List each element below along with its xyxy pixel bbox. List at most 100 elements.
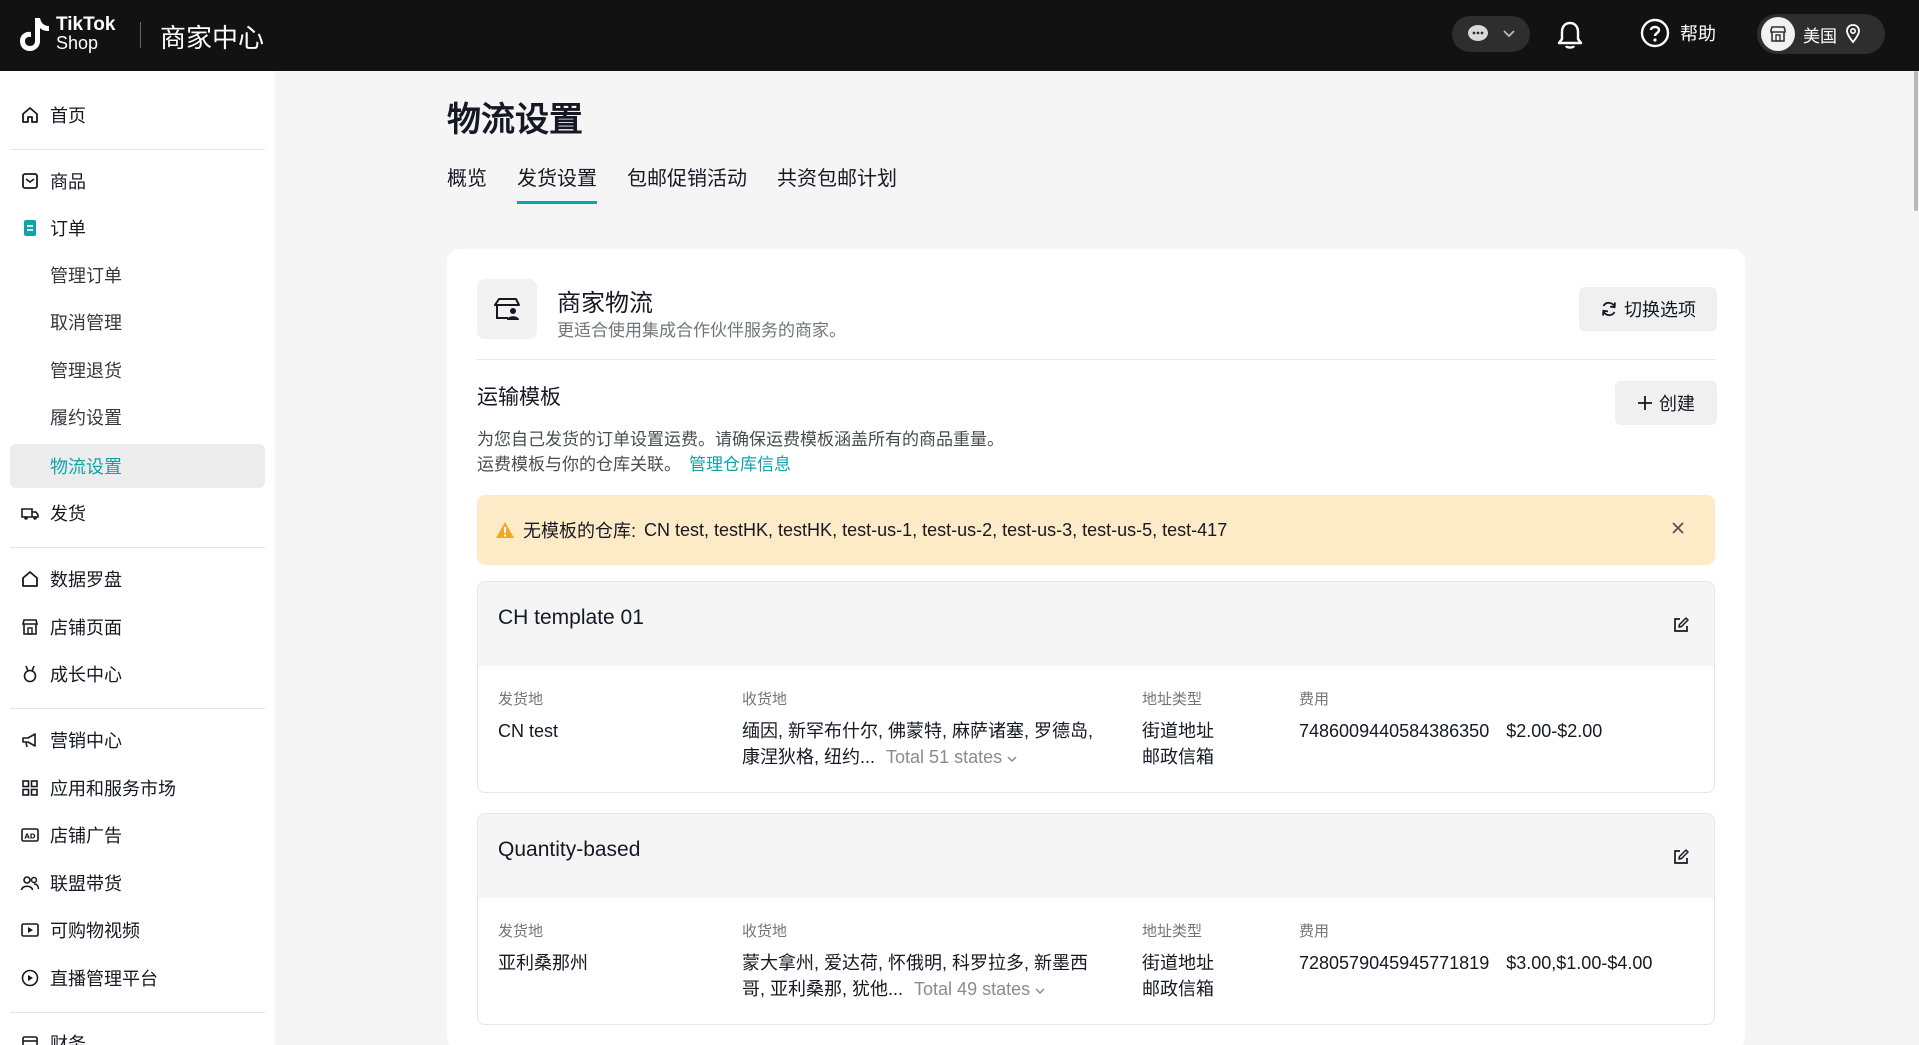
- templates-warehouse-note: 运费模板与你的仓库关联。 管理仓库信息: [477, 450, 791, 475]
- help-button[interactable]: 帮助: [1640, 18, 1716, 48]
- shipping-template-card: CH template 01 发货地 收货地 地址类型 费用 CN test 缅…: [477, 581, 1715, 793]
- home-icon: [22, 107, 38, 123]
- sidebar-item-shipping[interactable]: 发货: [10, 491, 265, 535]
- nav-divider: [10, 547, 265, 548]
- sidebar-item-label: 履约设置: [50, 408, 122, 428]
- sidebar-item-label: 首页: [50, 106, 86, 126]
- sidebar-item-home[interactable]: 首页: [10, 93, 265, 137]
- template-card-body: 发货地 收货地 地址类型 费用 CN test 缅因, 新罕布什尔, 佛蒙特, …: [478, 666, 1714, 792]
- chat-menu-button[interactable]: [1452, 16, 1530, 52]
- switch-option-button[interactable]: 切换选项: [1579, 287, 1717, 331]
- template-name: Quantity-based: [498, 838, 641, 861]
- warning-label: 无模板的仓库:: [523, 521, 637, 541]
- finance-icon: [22, 1036, 38, 1045]
- fee-label: 费用: [1299, 691, 1330, 708]
- sidebar-item-products[interactable]: 商品: [10, 159, 265, 203]
- destination-value: 蒙大拿州, 爱达荷, 怀俄明, 科罗拉多, 新墨西 哥, 亚利桑那, 犹他...…: [742, 950, 1122, 1002]
- template-card-header: CH template 01: [478, 582, 1714, 666]
- logo-text-shop: Shop: [56, 33, 99, 53]
- merchant-logistics-subtitle: 更适合使用集成合作伙伴服务的商家。: [557, 321, 846, 340]
- fee-value: 7486009440584386350 $2.00-$2.00: [1299, 718, 1602, 744]
- refresh-icon: [1602, 301, 1616, 317]
- delivery-person-icon: [494, 298, 520, 320]
- chevron-down-icon: [1035, 988, 1045, 995]
- sidebar-item-manage-orders[interactable]: 管理订单: [10, 253, 265, 297]
- store-region-button[interactable]: 美国: [1757, 14, 1885, 54]
- sidebar-item-store-ads[interactable]: AD 店铺广告: [10, 813, 265, 857]
- page-scrollbar-thumb[interactable]: [1914, 71, 1918, 211]
- page-scrollbar-track[interactable]: [1913, 71, 1919, 1045]
- store-avatar: [1761, 17, 1795, 51]
- destination-total: Total 49 states: [914, 979, 1031, 999]
- merchant-logistics-icon-box: [477, 279, 537, 339]
- destination-total-toggle[interactable]: Total 51 states: [886, 747, 1017, 767]
- sidebar-item-label: 数据罗盘: [50, 570, 122, 590]
- chat-bubble-icon: [1468, 25, 1488, 41]
- sidebar-item-returns[interactable]: 管理退货: [10, 348, 265, 392]
- edit-icon[interactable]: [1672, 848, 1690, 866]
- address-type-po-box: 邮政信箱: [1142, 979, 1214, 999]
- tiktok-shop-logo[interactable]: TikTok Shop: [18, 14, 115, 54]
- app-title: 商家中心: [160, 23, 265, 53]
- tab-overview[interactable]: 概览: [447, 162, 487, 204]
- sidebar-item-logistics-settings[interactable]: 物流设置: [10, 444, 265, 488]
- template-card-body: 发货地 收货地 地址类型 费用 亚利桑那州 蒙大拿州, 爱达荷, 怀俄明, 科罗…: [478, 898, 1714, 1024]
- shipping-icon: [21, 508, 39, 520]
- address-type-value: 街道地址 邮政信箱: [1142, 718, 1214, 770]
- origin-value: 亚利桑那州: [498, 953, 588, 973]
- warning-warehouse-list: CN test, testHK, testHK, test-us-1, test…: [644, 519, 1228, 540]
- template-card-header: Quantity-based: [478, 814, 1714, 898]
- tab-co-funded-free-shipping[interactable]: 共资包邮计划: [777, 162, 897, 204]
- sidebar-item-live-platform[interactable]: 直播管理平台: [10, 956, 265, 1000]
- edit-icon[interactable]: [1672, 616, 1690, 634]
- fee-id: 7486009440584386350: [1299, 721, 1490, 741]
- sidebar-item-label: 物流设置: [50, 457, 122, 477]
- help-circle-icon: [1640, 18, 1670, 48]
- address-type-label: 地址类型: [1142, 923, 1203, 940]
- sidebar-item-shoppable-video[interactable]: 可购物视频: [10, 908, 265, 952]
- template-name: CH template 01: [498, 606, 644, 629]
- compass-icon: [22, 571, 38, 587]
- destination-label: 收货地: [742, 923, 788, 940]
- medal-icon: [23, 665, 37, 683]
- destination-label: 收货地: [742, 691, 788, 708]
- merchant-logistics-title: 商家物流: [557, 290, 653, 317]
- sidebar-item-affiliate[interactable]: 联盟带货: [10, 861, 265, 905]
- sidebar-item-label: 直播管理平台: [50, 969, 158, 989]
- origin-value: CN test: [498, 721, 559, 741]
- sidebar-item-fulfillment-settings[interactable]: 履约设置: [10, 395, 265, 439]
- sidebar-item-label: 可购物视频: [50, 921, 140, 941]
- sidebar-item-cancellations[interactable]: 取消管理: [10, 300, 265, 344]
- merchant-logistics-header: 商家物流 更适合使用集成合作伙伴服务的商家。 切换选项: [477, 279, 1717, 341]
- sidebar-item-data-compass[interactable]: 数据罗盘: [10, 557, 265, 601]
- sidebar-item-label: 发货: [50, 504, 86, 524]
- close-icon[interactable]: [1669, 519, 1687, 537]
- manage-warehouse-link[interactable]: 管理仓库信息: [689, 455, 791, 474]
- tab-free-shipping-promotions[interactable]: 包邮促销活动: [627, 162, 747, 204]
- destination-value: 缅因, 新罕布什尔, 佛蒙特, 麻萨诸塞, 罗德岛, 康涅狄格, 纽约... T…: [742, 718, 1122, 770]
- shipping-templates-title: 运输模板: [477, 386, 561, 409]
- create-template-button[interactable]: 创建: [1615, 381, 1717, 425]
- sidebar-item-label: 店铺页面: [50, 618, 122, 638]
- sidebar-item-finance[interactable]: 财务: [10, 1021, 265, 1045]
- destination-total-toggle[interactable]: Total 49 states: [914, 979, 1045, 999]
- nav-divider: [10, 149, 265, 150]
- fee-value: 7280579045945771819 $3.00,$1.00-$4.00: [1299, 950, 1652, 976]
- notification-bell-icon[interactable]: [1553, 18, 1587, 52]
- section-divider: [477, 359, 1715, 360]
- origin-label: 发货地: [498, 691, 544, 708]
- sidebar-item-growth-center[interactable]: 成长中心: [10, 652, 265, 696]
- sidebar-item-label: 联盟带货: [50, 874, 122, 894]
- warning-icon: [496, 522, 514, 538]
- sidebar-item-marketing[interactable]: 营销中心: [10, 718, 265, 762]
- top-bar: TikTok Shop 商家中心 帮助 美国: [0, 0, 1919, 71]
- sidebar-item-store-page[interactable]: 店铺页面: [10, 605, 265, 649]
- address-type-label: 地址类型: [1142, 691, 1203, 708]
- destination-line-1: 缅因, 新罕布什尔, 佛蒙特, 麻萨诸塞, 罗德岛,: [742, 721, 1094, 741]
- destination-line-2: 康涅狄格, 纽约...: [742, 747, 876, 767]
- sidebar-item-label: 店铺广告: [50, 826, 122, 846]
- tab-shipping-settings[interactable]: 发货设置: [517, 162, 597, 204]
- sidebar-item-orders[interactable]: 订单: [10, 206, 265, 250]
- sidebar-item-app-market[interactable]: 应用和服务市场: [10, 766, 265, 810]
- store-icon: [21, 619, 39, 635]
